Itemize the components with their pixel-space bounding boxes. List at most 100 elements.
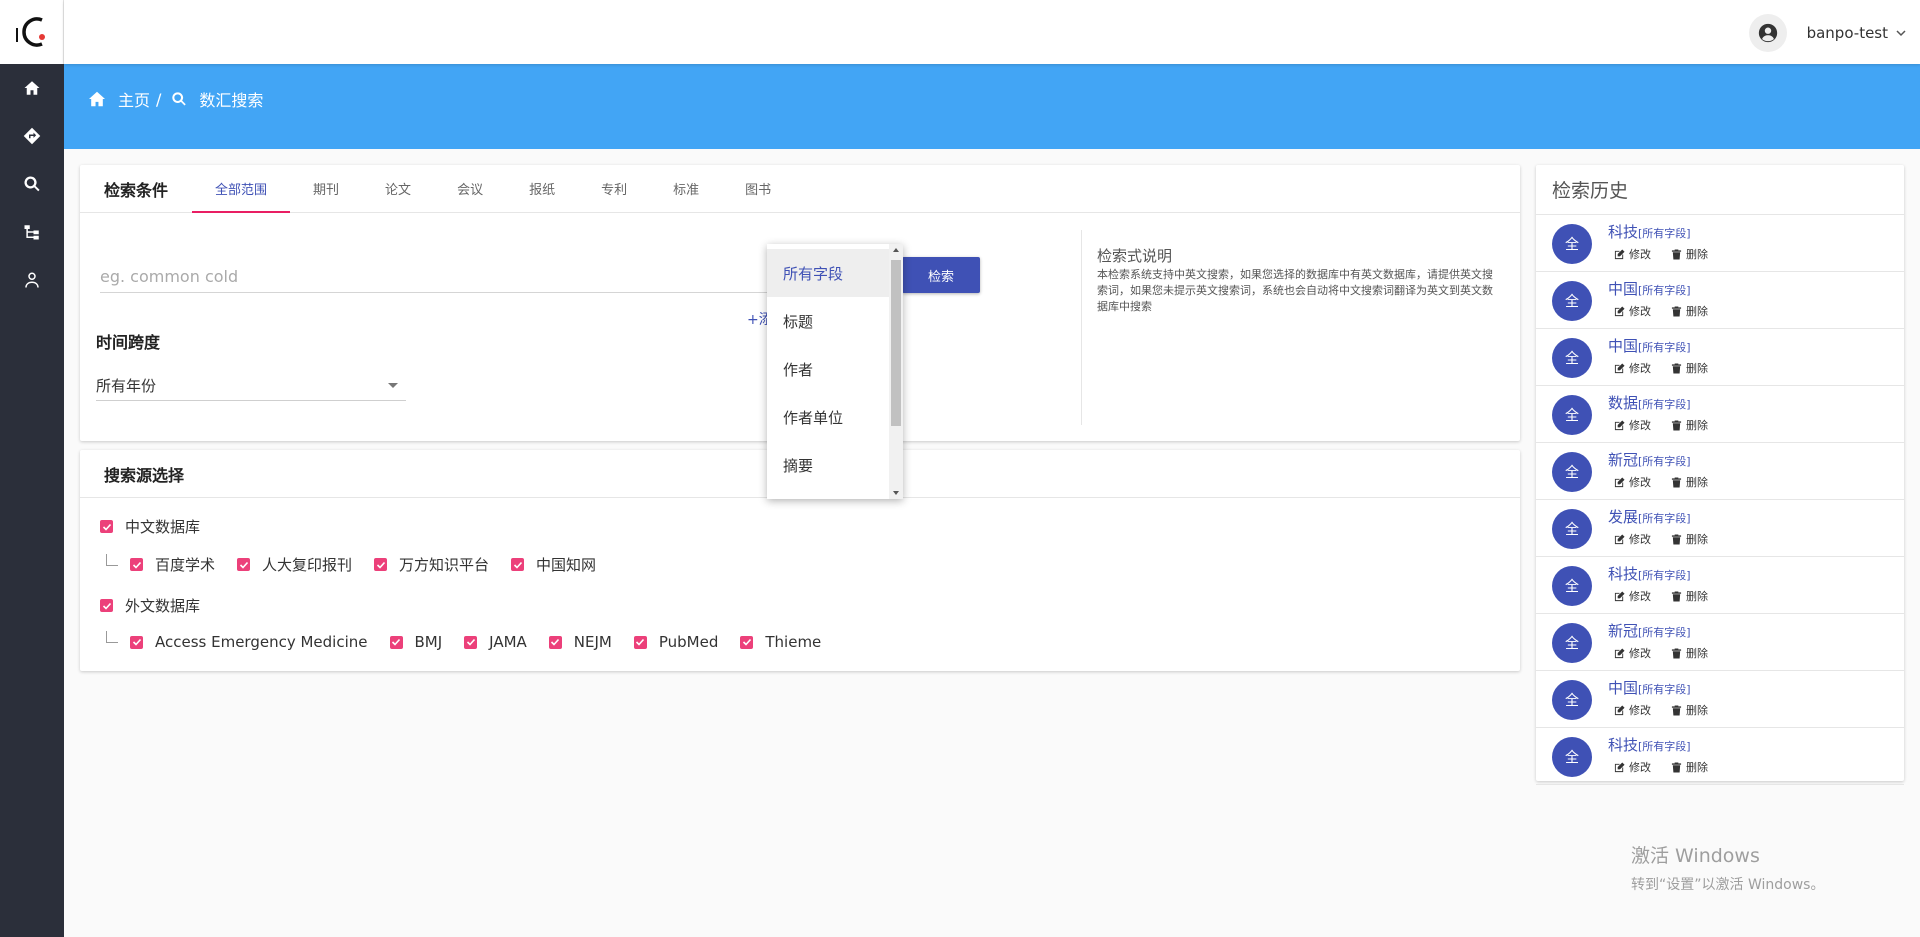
history-term[interactable]: 发展 (1608, 508, 1638, 526)
history-query[interactable]: 科技[所有字段] (1608, 563, 1691, 584)
history-term[interactable]: 中国 (1608, 337, 1638, 355)
history-query[interactable]: 中国[所有字段] (1608, 677, 1691, 698)
checkbox-checked[interactable] (237, 558, 251, 571)
history-delete-label: 删除 (1686, 362, 1708, 375)
history-query[interactable]: 新冠[所有字段] (1608, 449, 1691, 470)
history-edit-button[interactable]: 修改 (1614, 588, 1651, 604)
checkbox-checked[interactable] (100, 599, 113, 612)
history-delete-button[interactable]: 删除 (1671, 474, 1708, 490)
checkbox-checked[interactable] (130, 558, 143, 571)
history-delete-button[interactable]: 删除 (1671, 303, 1708, 319)
checkbox-checked[interactable] (374, 558, 388, 571)
checkbox-checked[interactable] (548, 635, 562, 649)
history-delete-button[interactable]: 删除 (1671, 417, 1708, 433)
history-term[interactable]: 科技 (1608, 565, 1638, 583)
history-delete-button[interactable]: 删除 (1671, 588, 1708, 604)
tab-conference[interactable]: 会议 (434, 165, 506, 212)
history-query[interactable]: 新冠[所有字段] (1608, 620, 1691, 641)
history-delete-button[interactable]: 删除 (1671, 360, 1708, 376)
source-renda-fuyin[interactable]: 人大复印报刊 (237, 554, 352, 575)
checkbox-checked[interactable] (633, 635, 647, 649)
checkbox-checked[interactable] (389, 635, 403, 649)
history-edit-button[interactable]: 修改 (1614, 246, 1651, 262)
dropdown-option-abstract[interactable]: 摘要 (767, 441, 889, 489)
history-edit-button[interactable]: 修改 (1614, 303, 1651, 319)
sidebar-item-direction[interactable] (0, 112, 64, 160)
scrollbar-thumb[interactable] (891, 260, 901, 426)
source-cnki[interactable]: 中国知网 (511, 554, 596, 575)
source-pubmed[interactable]: PubMed (633, 633, 718, 651)
history-query[interactable]: 科技[所有字段] (1608, 221, 1691, 242)
sidebar-item-search[interactable] (0, 160, 64, 208)
search-input[interactable]: eg. common cold (100, 261, 800, 293)
history-query[interactable]: 发展[所有字段] (1608, 506, 1691, 527)
history-term[interactable]: 科技 (1608, 736, 1638, 754)
chevron-down-icon[interactable] (1896, 28, 1906, 38)
tab-newspaper[interactable]: 报纸 (506, 165, 578, 212)
checkbox-checked[interactable] (130, 635, 143, 649)
sidebar-item-sitemap[interactable] (0, 208, 64, 256)
source-nejm[interactable]: NEJM (548, 633, 612, 651)
search-button[interactable]: 检索 (902, 257, 980, 293)
dropdown-option-all-fields[interactable]: 所有字段 (767, 249, 889, 297)
history-edit-button[interactable]: 修改 (1614, 417, 1651, 433)
history-query[interactable]: 中国[所有字段] (1608, 335, 1691, 356)
checkbox-checked[interactable] (100, 520, 113, 533)
scroll-up-icon[interactable] (893, 248, 899, 252)
history-actions: 修改 删除 (1614, 588, 1728, 604)
history-term[interactable]: 数据 (1608, 394, 1638, 412)
source-jama[interactable]: JAMA (464, 633, 527, 651)
source-bmj[interactable]: BMJ (389, 633, 442, 651)
history-delete-button[interactable]: 删除 (1671, 702, 1708, 718)
tab-standard[interactable]: 标准 (650, 165, 722, 212)
history-query[interactable]: 中国[所有字段] (1608, 278, 1691, 299)
field-dropdown[interactable]: 所有字段 标题 作者 作者单位 摘要 (767, 244, 903, 499)
tab-all[interactable]: 全部范围 (192, 165, 291, 213)
group-foreign-db[interactable]: 外文数据库 (100, 595, 200, 616)
app-logo[interactable] (0, 0, 64, 64)
dropdown-option-author[interactable]: 作者 (767, 345, 889, 393)
history-term[interactable]: 新冠 (1608, 622, 1638, 640)
history-edit-button[interactable]: 修改 (1614, 360, 1651, 376)
checkbox-checked[interactable] (511, 558, 525, 571)
source-wanfang[interactable]: 万方知识平台 (374, 554, 489, 575)
group-chinese-db[interactable]: 中文数据库 (100, 516, 200, 537)
history-term[interactable]: 新冠 (1608, 451, 1638, 469)
history-edit-button[interactable]: 修改 (1614, 645, 1651, 661)
history-delete-button[interactable]: 删除 (1671, 531, 1708, 547)
tab-journal[interactable]: 期刊 (290, 165, 362, 212)
history-edit-button[interactable]: 修改 (1614, 474, 1651, 490)
history-query[interactable]: 数据[所有字段] (1608, 392, 1691, 413)
history-term[interactable]: 科技 (1608, 223, 1638, 241)
user-menu[interactable]: banpo-test (1748, 14, 1906, 52)
tab-book[interactable]: 图书 (722, 165, 794, 212)
tab-thesis[interactable]: 论文 (362, 165, 434, 212)
add-condition-link[interactable]: +添 (747, 309, 767, 329)
history-delete-button[interactable]: 删除 (1671, 759, 1708, 775)
checkbox-checked[interactable] (740, 635, 754, 649)
avatar[interactable] (1748, 14, 1787, 52)
username[interactable]: banpo-test (1807, 24, 1888, 42)
history-edit-button[interactable]: 修改 (1614, 759, 1651, 775)
history-delete-button[interactable]: 删除 (1671, 645, 1708, 661)
tab-patent[interactable]: 专利 (578, 165, 650, 212)
source-baidu-scholar[interactable]: 百度学术 (130, 554, 215, 575)
history-edit-button[interactable]: 修改 (1614, 702, 1651, 718)
edit-icon (1614, 704, 1625, 715)
source-thieme[interactable]: Thieme (740, 633, 821, 651)
source-access-emergency-medicine[interactable]: Access Emergency Medicine (130, 633, 368, 651)
history-term[interactable]: 中国 (1608, 280, 1638, 298)
dropdown-scrollbar[interactable] (889, 244, 903, 499)
sidebar-item-home[interactable] (0, 64, 64, 112)
dropdown-option-affiliation[interactable]: 作者单位 (767, 393, 889, 441)
scroll-down-icon[interactable] (893, 491, 899, 495)
breadcrumb-home[interactable]: 主页 (118, 87, 150, 111)
history-query[interactable]: 科技[所有字段] (1608, 734, 1691, 755)
year-select[interactable]: 所有年份 (96, 369, 406, 401)
checkbox-checked[interactable] (464, 635, 478, 649)
history-edit-button[interactable]: 修改 (1614, 531, 1651, 547)
history-term[interactable]: 中国 (1608, 679, 1638, 697)
history-delete-button[interactable]: 删除 (1671, 246, 1708, 262)
sidebar-item-user[interactable] (0, 256, 64, 304)
dropdown-option-title[interactable]: 标题 (767, 297, 889, 345)
